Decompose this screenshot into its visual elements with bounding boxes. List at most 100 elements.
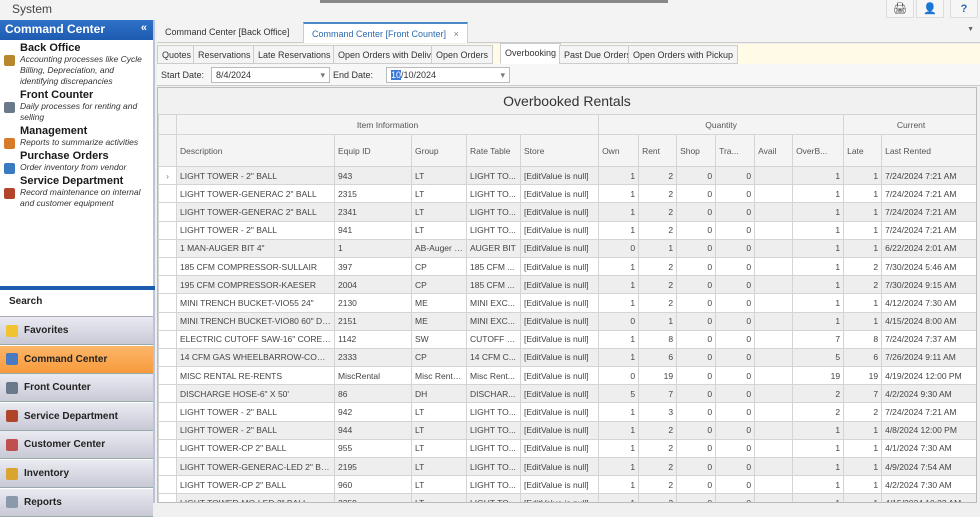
row-indicator[interactable] [158, 347, 177, 368]
row-indicator[interactable] [158, 456, 177, 477]
subtab-open-orders-with-pickup[interactable]: Open Orders with Pickup [628, 45, 739, 64]
row-indicator[interactable] [158, 420, 177, 440]
sidebar-splitter[interactable] [0, 286, 155, 290]
table-row[interactable]: LIGHT TOWER-CP 2" BALL 960 LT LIGHT TO... [E… [158, 475, 976, 495]
table-row[interactable]: LIGHT TOWER-GENERAC 2" BALL 2315 LT LIGHT T… [158, 184, 976, 204]
column-header-late[interactable]: Late [843, 134, 883, 167]
column-header-tra[interactable]: Tra... [715, 134, 756, 167]
cell-equip-id: 2333 [334, 347, 412, 368]
table-row[interactable]: 195 CFM COMPRESSOR-KAESER 2004 CP 185 CFM .… [158, 275, 976, 295]
cell-equip-id: 944 [334, 420, 412, 440]
table-row[interactable]: LIGHT TOWER-GENERAC 2" BALL 2341 LT LIGHT T… [158, 202, 976, 222]
cell-overb: 19 [792, 366, 845, 386]
cell-equip-id: 397 [334, 256, 412, 277]
row-indicator[interactable] [158, 256, 177, 277]
table-row[interactable]: LIGHT TOWER - 2" BALL 942 LT LIGHT TO... [Ed… [158, 402, 976, 422]
nav-customer-center[interactable]: Customer Center [0, 431, 153, 460]
tab-list-chevron-icon[interactable]: ▼ [967, 26, 974, 33]
row-indicator[interactable] [158, 402, 177, 422]
table-row[interactable]: DISCHARGE HOSE-6" X 50' 86 DH DISCHAR... [Ed… [158, 384, 976, 404]
table-row[interactable]: MINI TRENCH BUCKET-VIO80 60" DIT... 2151 M… [158, 311, 976, 331]
printer-button[interactable]: 🖨 [886, 0, 914, 18]
reports-icon [6, 496, 18, 509]
chevron-down-icon[interactable]: ▾ [320, 70, 325, 81]
favorites-icon [6, 324, 18, 337]
subtab-open-orders[interactable]: Open Orders [431, 45, 494, 64]
table-row[interactable]: LIGHT TOWER-GENERAC-LED 2" BALL 2195 LT LIG… [158, 456, 976, 477]
row-indicator[interactable] [158, 238, 177, 258]
nav-inventory[interactable]: Inventory [0, 460, 153, 488]
cell-rate-table: MINI EXC... [466, 311, 521, 331]
table-row[interactable]: LIGHT TOWER - 2" BALL 941 LT LIGHT TO... [Ed… [158, 220, 976, 240]
sidebar-item-front-counter[interactable]: Front Counter Daily processes for renting… [0, 90, 153, 123]
table-row[interactable]: MINI TRENCH BUCKET-VIO55 24" 2130 ME MINI E… [158, 293, 976, 313]
row-indicator[interactable]: › [158, 165, 177, 186]
row-indicator[interactable] [158, 493, 177, 502]
sidebar-item-service-department[interactable]: Service Department Record maintenance on … [0, 176, 153, 209]
table-row[interactable]: 14 CFM GAS WHEELBARROW-COMPR... 2333 CP 14 … [158, 347, 976, 368]
help-button[interactable]: ? [950, 0, 978, 18]
table-row[interactable]: 1 MAN-AUGER BIT 4" 1 AB-Auger B... AUGER BI… [158, 238, 976, 258]
table-row[interactable]: LIGHT TOWER-MQ-LED 2" BALL 2259 LT LIGHT TO… [158, 493, 976, 502]
row-indicator[interactable] [158, 329, 177, 349]
nav-command-center[interactable]: Command Center [0, 345, 153, 374]
subtab-quotes[interactable]: Quotes [157, 45, 197, 64]
row-indicator[interactable] [158, 184, 177, 204]
band-quantity: Quantity [598, 114, 845, 135]
close-tab-icon[interactable]: × [454, 29, 459, 39]
cell-late: 1 [843, 456, 883, 477]
column-header-rate-table[interactable]: Rate Table [466, 134, 521, 167]
row-indicator[interactable] [158, 220, 177, 240]
table-row[interactable]: MISC RENTAL RE-RENTS MiscRental Misc Renta… [158, 366, 976, 386]
subtab-past-due-orders[interactable]: Past Due Orders [559, 45, 637, 64]
row-indicator[interactable] [158, 202, 177, 222]
column-header-store[interactable]: Store [519, 134, 600, 167]
cell-late: 1 [843, 438, 883, 459]
subtab-reservations[interactable]: Reservations [193, 45, 256, 64]
subtab-overbooking[interactable]: Overbooking [500, 43, 562, 64]
column-header-last-rented[interactable]: Last Rented [881, 134, 976, 167]
row-indicator[interactable] [158, 366, 177, 386]
row-indicator[interactable] [158, 438, 177, 459]
column-header-rent[interactable]: Rent [638, 134, 678, 167]
collapse-icon[interactable]: « [141, 22, 147, 34]
user-button[interactable]: 👤 [916, 0, 944, 18]
system-menu[interactable]: System [12, 2, 52, 16]
cell-tra: 0 [715, 165, 756, 186]
column-header-own[interactable]: Own [598, 134, 640, 167]
column-header-equip-id[interactable]: Equip ID [334, 134, 412, 167]
subtab-late-reservations[interactable]: Late Reservations [253, 45, 336, 64]
table-row[interactable]: 185 CFM COMPRESSOR-SULLAIR 397 CP 185 CFM .… [158, 256, 976, 277]
row-indicator[interactable] [158, 475, 177, 495]
sidebar-search[interactable]: Search [0, 291, 153, 317]
table-row[interactable]: LIGHT TOWER - 2" BALL 944 LT LIGHT TO... [Ed… [158, 420, 976, 440]
nav-service-department[interactable]: Service Department [0, 402, 153, 431]
table-row[interactable]: › LIGHT TOWER - 2" BALL 943 LT LIGHT TO... [E… [158, 165, 976, 186]
sidebar-item-purchase-orders[interactable]: Purchase Orders Order inventory from vend… [0, 151, 153, 174]
tab-front-counter[interactable]: Command Center [Front Counter] × [303, 22, 468, 43]
row-indicator[interactable] [158, 275, 177, 295]
sidebar-item-back-office[interactable]: Back Office Accounting processes like Cyc… [0, 43, 153, 87]
table-row[interactable]: LIGHT TOWER-CP 2" BALL 955 LT LIGHT TO... [E… [158, 438, 976, 459]
cell-rent: 19 [638, 366, 678, 386]
chevron-down-icon[interactable]: ▾ [500, 70, 505, 81]
cell-group: CP [411, 275, 467, 295]
tab-back-office[interactable]: Command Center [Back Office] [157, 22, 297, 43]
row-indicator[interactable] [158, 311, 177, 331]
end-date-label: End Date: [333, 70, 374, 80]
nav-front-counter[interactable]: Front Counter [0, 374, 153, 403]
row-indicator[interactable] [158, 293, 177, 313]
column-header-group[interactable]: Group [411, 134, 467, 167]
sidebar-item-management[interactable]: Management Reports to summarize activitie… [0, 126, 153, 149]
cell-description: LIGHT TOWER-MQ-LED 2" BALL [176, 493, 335, 502]
column-header-description[interactable]: Description [176, 134, 335, 167]
column-header-avail[interactable]: Avail [754, 134, 794, 167]
start-date-input[interactable]: 8/4/2024 ▾ [211, 67, 330, 83]
row-indicator[interactable] [158, 384, 177, 404]
cell-group: Misc Rental ... [411, 366, 467, 386]
table-row[interactable]: ELECTRIC CUTOFF SAW-16" CORE CUT 1142 SW CU… [158, 329, 976, 349]
column-header-overb[interactable]: OverB... [792, 134, 845, 167]
column-header-shop[interactable]: Shop [676, 134, 717, 167]
nav-favorites[interactable]: Favorites [0, 317, 153, 345]
end-date-input[interactable]: 10/10/2024 ▾ [386, 67, 510, 83]
